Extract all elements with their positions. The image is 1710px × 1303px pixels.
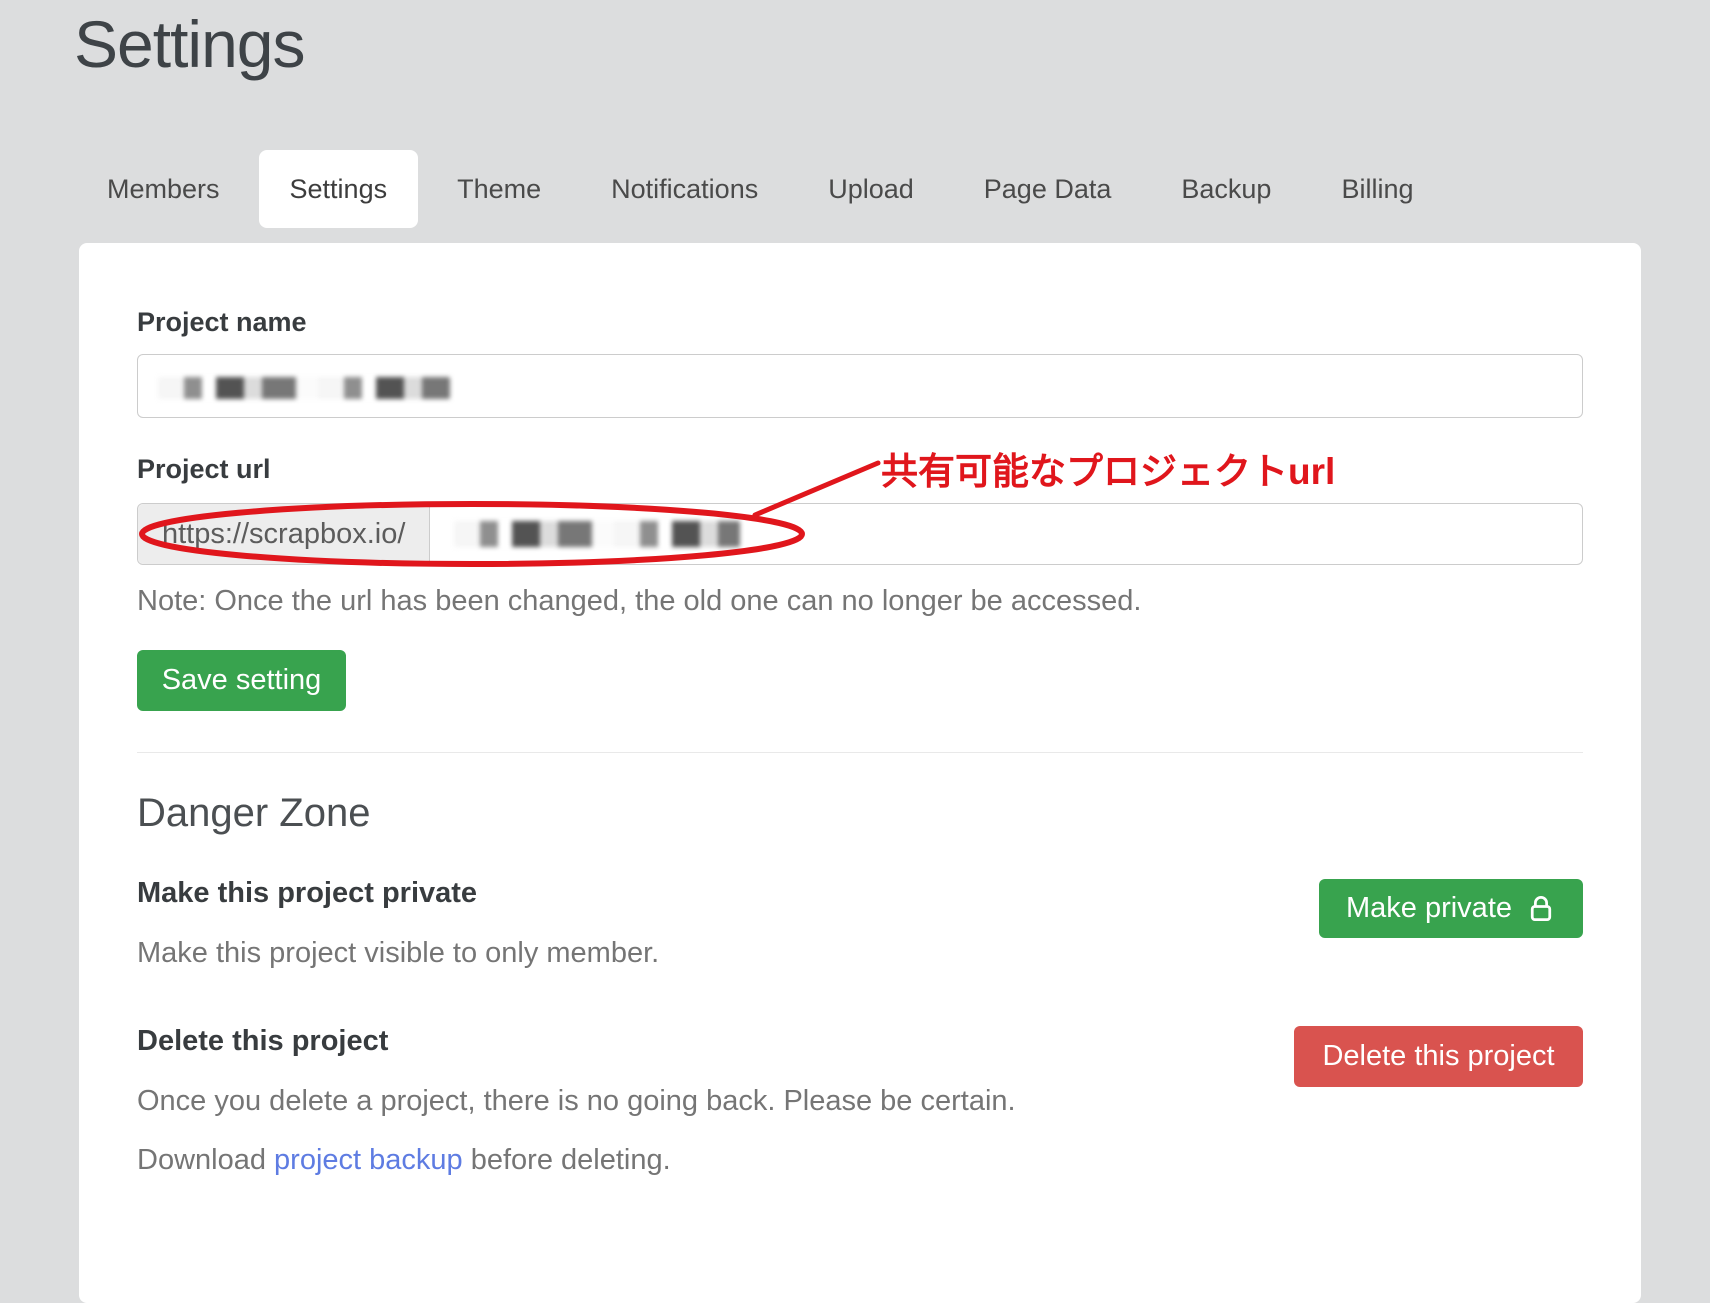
tab-settings[interactable]: Settings <box>259 150 419 228</box>
page-title: Settings <box>74 6 304 82</box>
tab-members[interactable]: Members <box>76 150 251 228</box>
settings-tabbar: Members Settings Theme Notifications Upl… <box>76 150 1444 228</box>
project-backup-link[interactable]: project backup <box>274 1144 463 1176</box>
project-name-label: Project name <box>137 307 307 338</box>
danger-zone-heading: Danger Zone <box>137 791 370 836</box>
delete-project-description: Once you delete a project, there is no g… <box>137 1085 1016 1118</box>
url-change-note: Note: Once the url has been changed, the… <box>137 585 1141 618</box>
make-private-description: Make this project visible to only member… <box>137 937 659 970</box>
make-private-label: Make private <box>1346 892 1512 925</box>
annotation-label: 共有可能なプロジェクトurl <box>881 441 1335 495</box>
project-url-label: Project url <box>137 454 271 485</box>
delete-project-title: Delete this project <box>137 1025 388 1058</box>
tab-billing[interactable]: Billing <box>1310 150 1444 228</box>
save-setting-label: Save setting <box>162 664 322 697</box>
project-url-redacted-value <box>454 521 740 547</box>
lock-icon <box>1526 893 1556 925</box>
tab-notifications[interactable]: Notifications <box>580 150 789 228</box>
url-prefix-addon: https://scrapbox.io/ <box>138 504 430 564</box>
tab-backup[interactable]: Backup <box>1150 150 1302 228</box>
make-private-title: Make this project private <box>137 877 477 910</box>
tab-upload[interactable]: Upload <box>797 150 945 228</box>
section-divider <box>137 752 1583 753</box>
download-backup-line: Download project backup before deleting. <box>137 1144 671 1177</box>
tab-theme[interactable]: Theme <box>426 150 572 228</box>
project-name-input[interactable] <box>137 354 1583 418</box>
project-name-redacted-value <box>158 377 450 399</box>
delete-project-label: Delete this project <box>1322 1040 1554 1073</box>
settings-card: Project name Project url https://scrapbo… <box>79 243 1641 1303</box>
project-url-input[interactable]: https://scrapbox.io/ <box>137 503 1583 565</box>
download-prefix: Download <box>137 1144 274 1176</box>
delete-project-button[interactable]: Delete this project <box>1294 1026 1583 1087</box>
download-suffix: before deleting. <box>463 1144 671 1176</box>
save-setting-button[interactable]: Save setting <box>137 650 346 711</box>
tab-page-data[interactable]: Page Data <box>953 150 1143 228</box>
make-private-button[interactable]: Make private <box>1319 879 1583 938</box>
